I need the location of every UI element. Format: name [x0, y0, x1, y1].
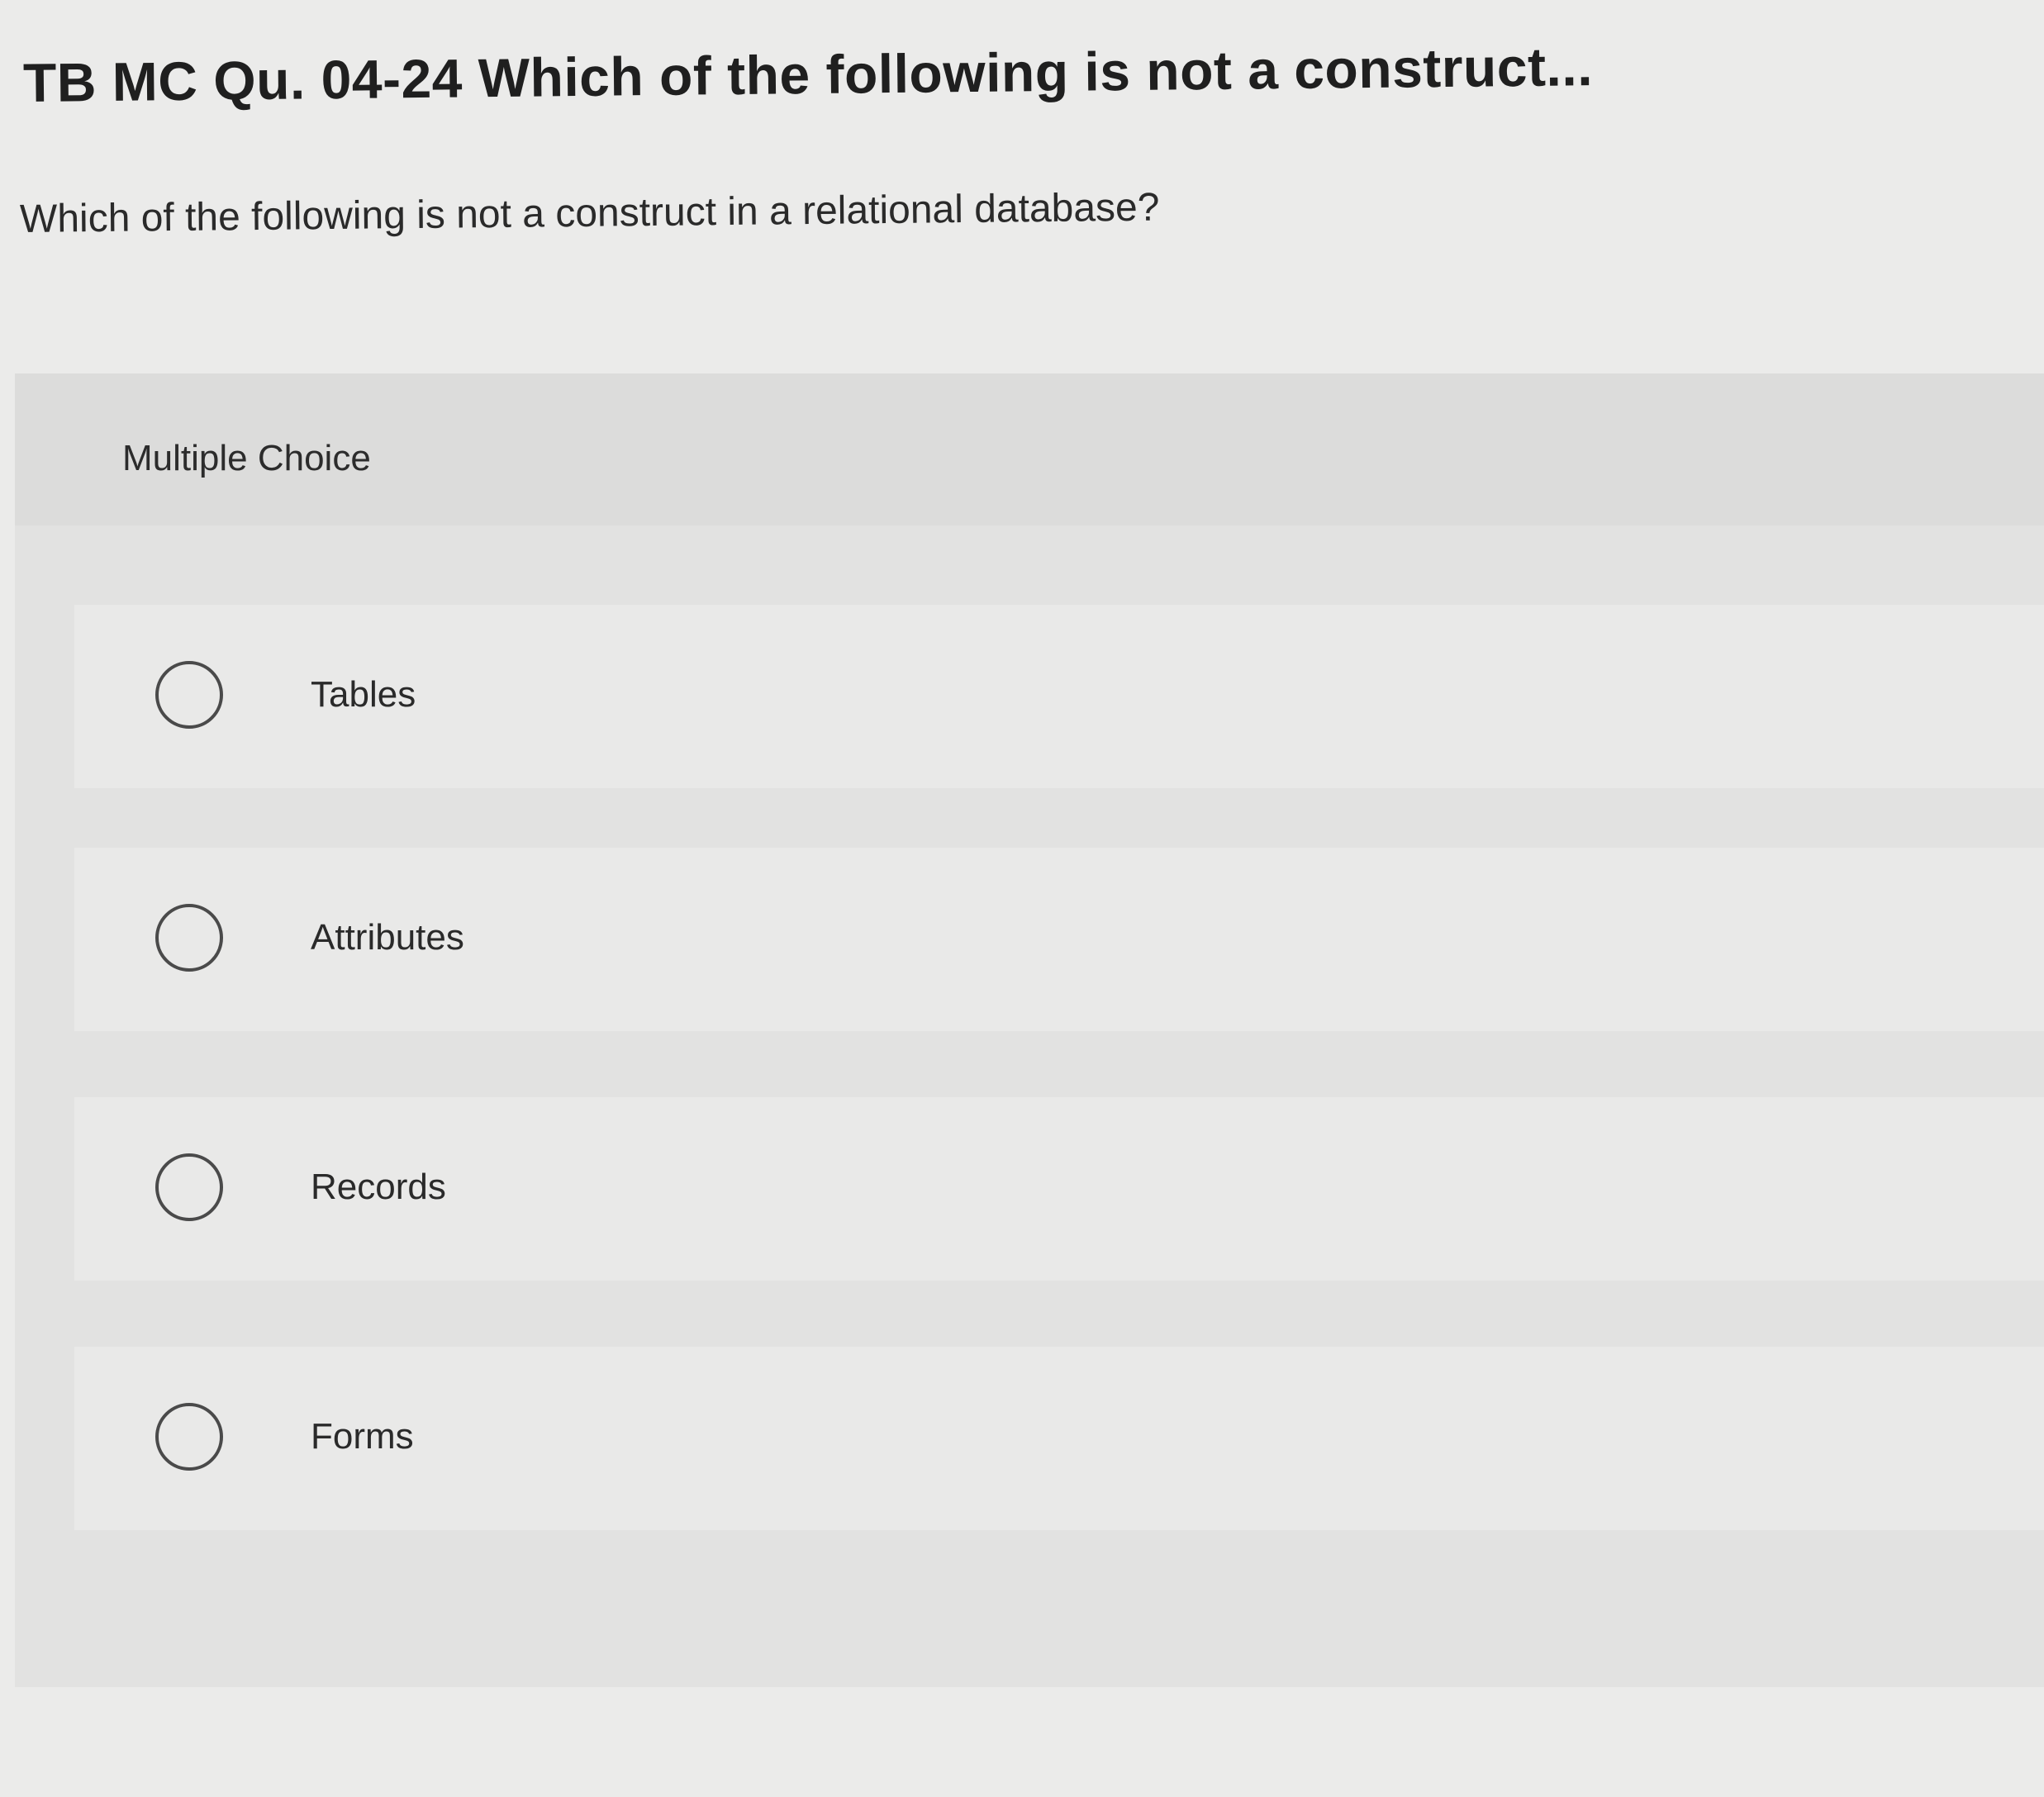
option-label: Tables: [311, 674, 416, 715]
option-tables[interactable]: Tables: [74, 605, 2044, 788]
option-attributes[interactable]: Attributes: [74, 848, 2044, 1031]
multiple-choice-panel: Multiple Choice Tables Attributes Record…: [15, 373, 2044, 1687]
multiple-choice-header: Multiple Choice: [15, 373, 2044, 525]
option-forms[interactable]: Forms: [74, 1347, 2044, 1530]
option-label: Attributes: [311, 917, 464, 958]
option-label: Records: [311, 1167, 446, 1207]
radio-button[interactable]: [155, 1403, 223, 1471]
question-title: TB MC Qu. 04-24 Which of the following i…: [22, 36, 1594, 113]
option-records[interactable]: Records: [74, 1097, 2044, 1281]
radio-button[interactable]: [155, 1153, 223, 1221]
option-label: Forms: [311, 1416, 414, 1457]
multiple-choice-label: Multiple Choice: [122, 438, 371, 478]
radio-button[interactable]: [155, 661, 223, 729]
question-text: Which of the following is not a construc…: [19, 185, 1160, 241]
radio-button[interactable]: [155, 904, 223, 972]
